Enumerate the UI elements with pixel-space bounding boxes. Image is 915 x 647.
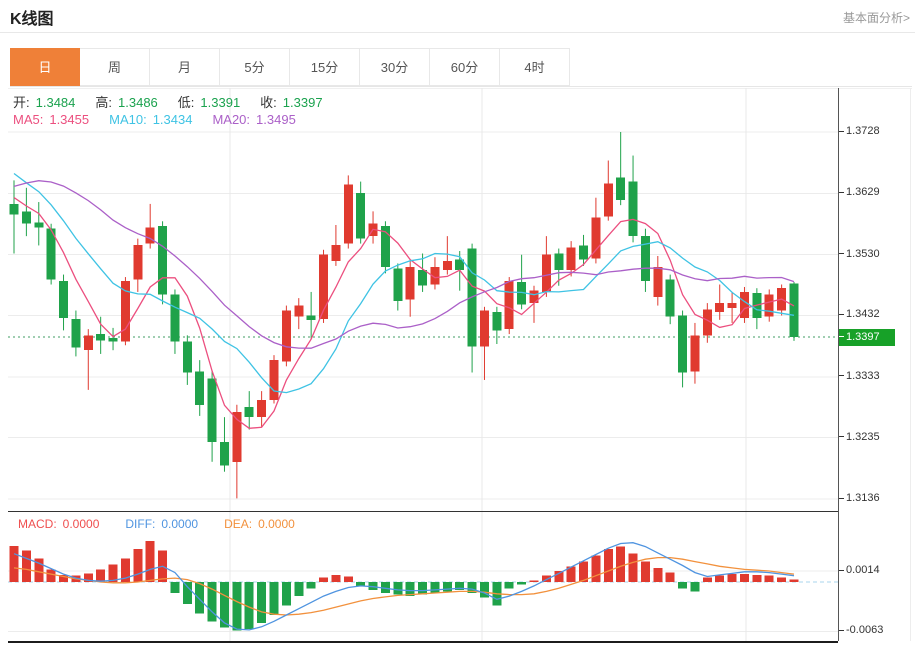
ma5-label: MA5:: [13, 112, 44, 127]
ma20-label: MA20:: [212, 112, 251, 127]
current-price-tag: 1.3397: [839, 328, 895, 346]
page-title: K线图: [10, 11, 54, 28]
main-candlestick-chart[interactable]: [8, 88, 838, 511]
ma10-label: MA10:: [109, 112, 147, 127]
y-tick-mark: [839, 375, 844, 377]
diff-value: 0.0000: [161, 517, 199, 531]
y-tick-label: 1.3136: [839, 492, 880, 504]
macd-value: 0.0000: [62, 517, 100, 531]
low-value: 1.3391: [200, 95, 241, 110]
ma10-value: 1.3434: [152, 112, 193, 127]
y-tick-label: -0.0063: [839, 624, 883, 636]
y-tick-label: 1.3629: [839, 186, 880, 198]
right-axis-border: [838, 88, 839, 641]
tab-period-1[interactable]: 周: [80, 48, 150, 86]
tab-period-4[interactable]: 15分: [290, 48, 360, 86]
y-tick-mark: [839, 191, 844, 193]
low-label: 低:: [177, 95, 195, 110]
tab-period-2[interactable]: 月: [150, 48, 220, 86]
price-tag-tick: [839, 336, 844, 338]
kline-widget: K线图 基本面分析> 日周月 5分 15分 30分 60分 4时 开: 1.3484 高: 1.…: [0, 0, 915, 647]
fundamental-analysis-link[interactable]: 基本面分析>: [843, 9, 910, 26]
high-label: 高:: [95, 95, 113, 110]
open-label: 开:: [13, 95, 30, 110]
close-value: 1.3397: [282, 95, 323, 110]
ma20-value: 1.3495: [256, 112, 296, 127]
open-value: 1.3484: [35, 95, 76, 110]
ma-legend: MA5: 1.3455 MA10: 1.3434 MA20: 1.3495: [13, 112, 302, 127]
tab-period-7[interactable]: 4时: [500, 48, 570, 86]
y-tick-label: 1.3235: [839, 431, 880, 443]
high-value: 1.3486: [118, 95, 158, 110]
macd-chart[interactable]: [8, 512, 838, 641]
close-label: 收:: [260, 95, 277, 110]
dea-label: DEA:: [224, 517, 253, 531]
y-tick-mark: [839, 569, 844, 571]
y-tick-label: 1.3333: [839, 370, 880, 382]
tab-period-6[interactable]: 60分: [430, 48, 500, 86]
current-price-text: 1.3397: [846, 330, 880, 343]
tab-period-0[interactable]: 日: [10, 48, 80, 86]
ohlc-legend: 开: 1.3484 高: 1.3486 低: 1.3391 收: 1.3397: [13, 92, 329, 111]
y-tick-mark: [839, 497, 844, 499]
y-tick-mark: [839, 630, 844, 632]
diff-label: DIFF:: [125, 517, 156, 531]
macd-legend: MACD: 0.0000 DIFF: 0.0000 DEA: 0.0000: [18, 517, 301, 531]
y-tick-mark: [839, 130, 844, 132]
macd-label: MACD:: [18, 517, 57, 531]
dea-value: 0.0000: [258, 517, 295, 531]
outer-right-border: [910, 88, 911, 641]
ma5-value: 1.3455: [49, 112, 90, 127]
tab-period-3[interactable]: 5分: [220, 48, 290, 86]
chart-bottom-border: [8, 641, 838, 643]
y-tick-label: 1.3728: [839, 125, 880, 137]
y-tick-label: 0.0014: [839, 564, 880, 576]
tab-period-5[interactable]: 30分: [360, 48, 430, 86]
header-divider: [0, 32, 915, 33]
period-tabbar: 日周月 5分 15分 30分 60分 4时: [10, 48, 912, 87]
y-tick-mark: [839, 253, 844, 255]
y-tick-label: 1.3530: [839, 248, 880, 260]
y-tick-label: 1.3432: [839, 308, 880, 320]
y-tick-mark: [839, 436, 844, 438]
y-tick-mark: [839, 314, 844, 316]
